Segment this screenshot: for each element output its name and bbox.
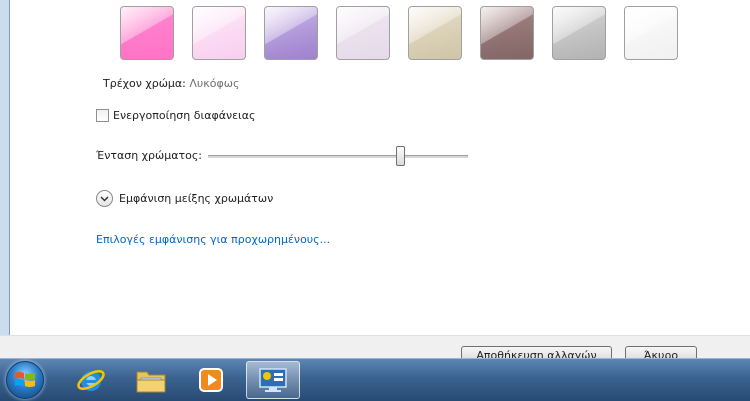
windows-logo-icon — [15, 372, 35, 387]
swatch-brown[interactable] — [480, 6, 534, 60]
current-color-line: Τρέχον χρώμα: Λυκόφως — [103, 77, 239, 90]
intensity-slider-track[interactable] — [208, 155, 468, 158]
color-mixer-label: Εμφάνιση μείξης χρωμάτων — [119, 192, 274, 205]
ie-icon — [77, 370, 105, 391]
taskbar-internet-explorer[interactable] — [64, 361, 118, 399]
transparency-option[interactable]: Ενεργοποίηση διαφάνειας — [96, 108, 255, 122]
personalization-window: Τρέχον χρώμα: Λυκόφως Ενεργοποίηση διαφά… — [0, 0, 750, 359]
window-left-frame — [0, 0, 10, 335]
transparency-label: Ενεργοποίηση διαφάνειας — [113, 108, 256, 122]
taskbar — [0, 358, 750, 401]
chevron-down-icon[interactable] — [96, 190, 113, 207]
taskbar-media-player[interactable] — [184, 361, 238, 399]
swatch-pink[interactable] — [120, 6, 174, 60]
transparency-checkbox[interactable] — [96, 108, 109, 122]
media-player-icon — [199, 368, 223, 392]
current-color-value: Λυκόφως — [189, 77, 240, 90]
swatch-gray[interactable] — [552, 6, 606, 60]
swatch-white[interactable] — [624, 6, 678, 60]
window-content — [10, 0, 750, 335]
swatch-violet[interactable] — [264, 6, 318, 60]
taskbar-windows-explorer[interactable] — [124, 361, 178, 399]
swatch-lilac[interactable] — [336, 6, 390, 60]
advanced-appearance-link[interactable]: Επιλογές εμφάνισης για προχωρημένους... — [96, 233, 330, 246]
color-mixer-toggle[interactable]: Εμφάνιση μείξης χρωμάτων — [96, 190, 273, 207]
swatch-taupe[interactable] — [408, 6, 462, 60]
taskbar-personalization[interactable] — [246, 361, 300, 399]
folder-icon — [136, 371, 166, 393]
intensity-label: Ένταση χρώματος: — [96, 149, 202, 162]
current-color-label: Τρέχον χρώμα: — [103, 77, 186, 90]
display-icon — [259, 368, 287, 392]
intensity-slider-thumb[interactable] — [396, 146, 406, 166]
start-button[interactable] — [6, 361, 44, 399]
swatch-light-pink[interactable] — [192, 6, 246, 60]
